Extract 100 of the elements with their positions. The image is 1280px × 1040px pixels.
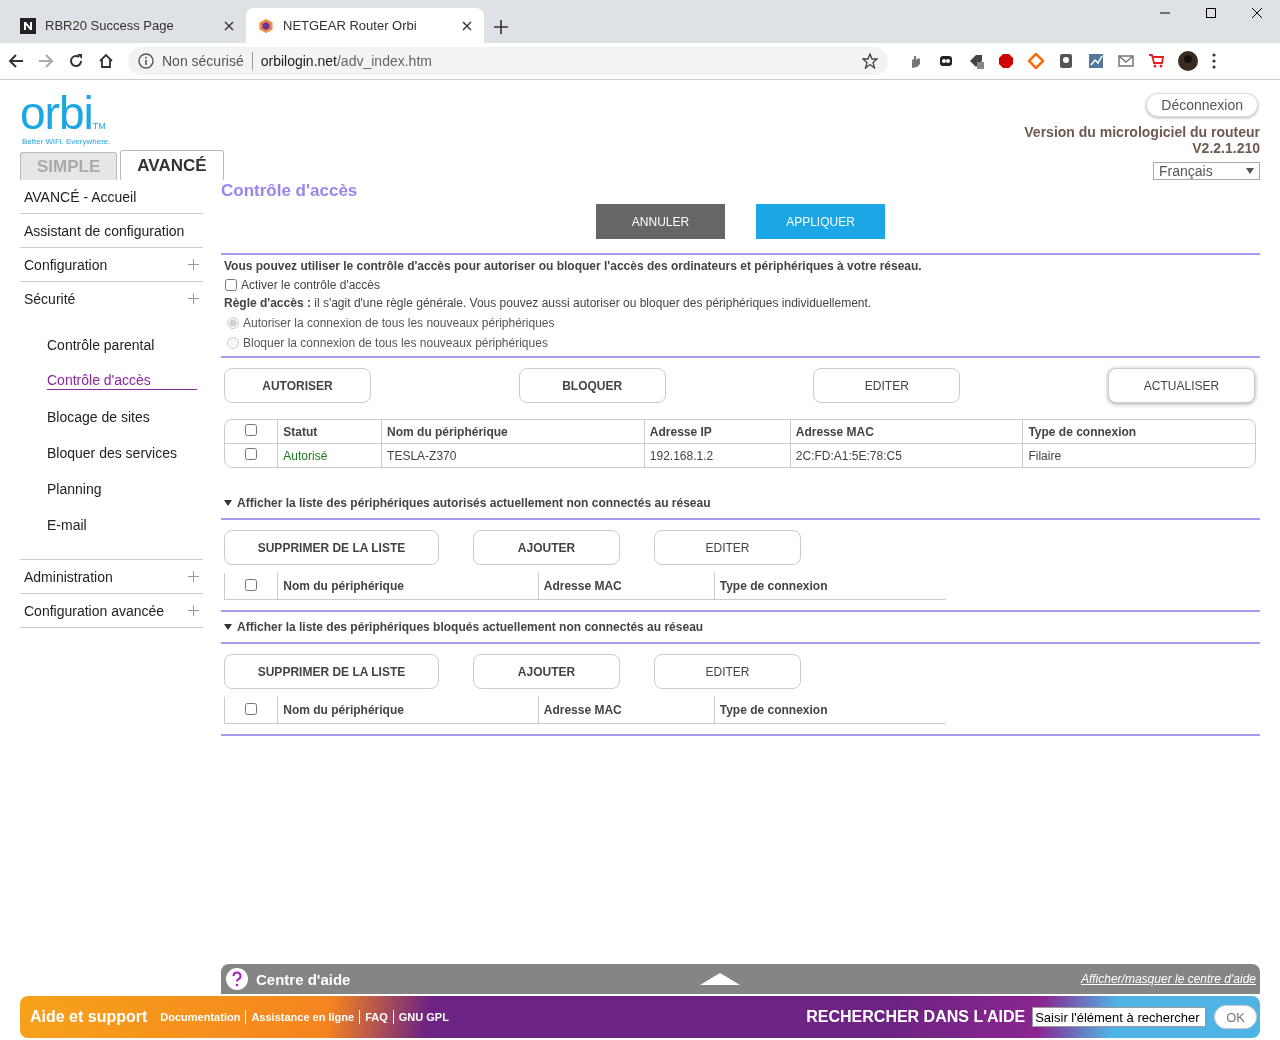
- search-field[interactable]: Saisir l'élément à rechercher: [1032, 1007, 1207, 1027]
- table-cell: Filaire: [1022, 443, 1255, 467]
- column-header: Nom du périphérique: [277, 697, 538, 723]
- checkbox-label: Activer le contrôle d'accès: [241, 278, 381, 292]
- hexagon-favicon-icon: [258, 17, 274, 34]
- column-header: Adresse IP: [643, 420, 790, 443]
- row-checkbox[interactable]: [245, 448, 258, 460]
- support-title: Aide et support: [30, 1008, 148, 1026]
- mail-icon[interactable]: [1118, 53, 1134, 69]
- select-all-checkbox[interactable]: [245, 702, 258, 715]
- table-cell: 192.168.1.2: [643, 443, 790, 467]
- plus-icon[interactable]: [188, 259, 199, 270]
- select-all-checkbox[interactable]: [245, 424, 258, 436]
- trademark-text: TM: [92, 121, 106, 131]
- section-toggle[interactable]: Afficher la liste des périphériques autorisés actuellement non connectés au réseau: [224, 496, 1257, 510]
- rule-text: Règle d'accès : il s'agit d'une règle générale. Vous pouvez aussi autoriser ou bloquer des périphériques individuellement.: [224, 296, 873, 310]
- select-all-checkbox[interactable]: [245, 578, 258, 591]
- list-button[interactable]: SUPPRIMER DE LA LISTE: [224, 654, 439, 689]
- sidebar-item[interactable]: Configuration avancée: [24, 602, 165, 619]
- sidebar-item[interactable]: Configuration: [24, 256, 108, 273]
- column-header: Adresse MAC: [789, 420, 1023, 443]
- sidebar-item[interactable]: Administration: [24, 568, 113, 585]
- radio-label: Bloquer la connexion de tous les nouveaux périphériques: [243, 336, 548, 350]
- close-icon[interactable]: [224, 20, 234, 31]
- radio-label: Autoriser la connexion de tous les nouveaux périphériques: [243, 316, 555, 330]
- tagline-text: Better WiFi. Everywhere.: [22, 137, 112, 146]
- plus-icon[interactable]: [188, 571, 199, 582]
- avatar-icon[interactable]: [1178, 51, 1198, 71]
- mode-tab[interactable]: AVANCÉ: [120, 150, 224, 180]
- info-icon: [138, 53, 154, 69]
- sidebar-item[interactable]: Sécurité: [24, 290, 76, 307]
- home-icon[interactable]: [98, 53, 114, 69]
- triangle-down-icon: [224, 499, 232, 507]
- column-header: Type de connexion: [1022, 420, 1255, 443]
- close-icon[interactable]: [462, 20, 472, 31]
- table-cell: Autorisé: [277, 443, 382, 467]
- security-label: Non sécurisé: [162, 53, 244, 69]
- section-toggle[interactable]: Afficher la liste des périphériques bloqués actuellement non connectés au réseau: [224, 620, 1257, 634]
- sidebar-subitem[interactable]: Contrôle d'accès: [47, 372, 197, 390]
- plus-icon[interactable]: [188, 293, 199, 304]
- search-label: RECHERCHER DANS L'AIDE: [806, 1008, 1026, 1026]
- logout-button[interactable]: Déconnexion: [1146, 93, 1258, 117]
- checkbox[interactable]: [225, 279, 237, 291]
- page-title: Contrôle d'accès: [221, 180, 359, 202]
- sidebar-subitem[interactable]: Planning: [47, 481, 102, 497]
- sidebar-subitem[interactable]: E-mail: [47, 517, 87, 533]
- footer-link[interactable]: FAQ: [365, 1011, 388, 1023]
- stop-sign-icon[interactable]: [998, 53, 1014, 69]
- reload-icon[interactable]: [68, 53, 84, 69]
- close-icon[interactable]: [1252, 8, 1262, 18]
- chart-icon[interactable]: [1088, 53, 1104, 69]
- language-select[interactable]: Français: [1153, 162, 1260, 180]
- list-button[interactable]: SUPPRIMER DE LA LISTE: [224, 530, 439, 565]
- sidebar-item[interactable]: Assistant de configuration: [24, 222, 185, 239]
- firmware-label: Version du micrologiciel du routeur: [1024, 124, 1260, 140]
- list-button[interactable]: EDITER: [654, 654, 801, 689]
- list-button[interactable]: AJOUTER: [473, 654, 620, 689]
- plus-icon[interactable]: [188, 605, 199, 616]
- action-button[interactable]: ACTUALISER: [1107, 368, 1255, 403]
- sidebar-item[interactable]: AVANCÉ - Accueil: [24, 188, 137, 205]
- url-text[interactable]: orbilogin.net/adv_index.htm: [260, 53, 854, 69]
- new-tab-icon[interactable]: [494, 20, 508, 34]
- browser-tab[interactable]: NETGEAR Router Orbi: [246, 8, 484, 43]
- cancel-button[interactable]: ANNULER: [596, 204, 725, 239]
- intro-text: Vous pouvez utiliser le contrôle d'accès pour autoriser ou bloquer l'accès des ordinateurs et périphériques à votre réseau.: [224, 259, 923, 273]
- footer-link[interactable]: GNU GPL: [398, 1011, 449, 1023]
- ok-button[interactable]: OK: [1214, 1005, 1257, 1029]
- column-header: Type de connexion: [713, 697, 946, 723]
- action-button[interactable]: BLOQUER: [518, 368, 666, 403]
- tag-icon[interactable]: [968, 53, 984, 69]
- help-title: Centre d'aide: [256, 970, 351, 988]
- cart-icon[interactable]: [1148, 53, 1164, 69]
- column-header: Nom du périphérique: [277, 573, 538, 599]
- table-cell: TESLA-Z370: [381, 443, 644, 467]
- triangle-down-icon: [224, 623, 232, 631]
- help-toggle-link[interactable]: Afficher/masquer le centre d'aide: [1080, 972, 1256, 986]
- letter-n-favicon-icon: [20, 17, 36, 34]
- list-button[interactable]: AJOUTER: [473, 530, 620, 565]
- help-icon: [226, 968, 248, 990]
- caret-icon: [1246, 168, 1254, 174]
- column-header: Statut: [277, 420, 382, 443]
- logo-text: orbi: [20, 93, 93, 133]
- maximize-icon[interactable]: [1206, 8, 1216, 18]
- action-button[interactable]: EDITER: [813, 368, 961, 403]
- diamond-icon[interactable]: [1028, 53, 1044, 69]
- column-header: Adresse MAC: [537, 573, 714, 599]
- firmware-version: V2.2.1.210: [1192, 140, 1260, 156]
- action-button[interactable]: AUTORISER: [224, 368, 371, 403]
- star-icon[interactable]: [862, 53, 878, 69]
- column-header: Type de connexion: [713, 573, 946, 599]
- sidebar-subitem[interactable]: Contrôle parental: [47, 337, 155, 353]
- back-icon[interactable]: [8, 53, 24, 69]
- sidebar-subitem[interactable]: Bloquer des services: [47, 445, 177, 461]
- column-header: Nom du périphérique: [381, 420, 644, 443]
- list-button[interactable]: EDITER: [654, 530, 801, 565]
- browser-tab[interactable]: RBR20 Success Page: [8, 8, 246, 43]
- sidebar-subitem[interactable]: Blocage de sites: [47, 409, 150, 425]
- expand-arrow-icon[interactable]: [700, 973, 740, 985]
- more-menu-icon[interactable]: [1212, 53, 1216, 69]
- column-header: Adresse MAC: [537, 697, 714, 723]
